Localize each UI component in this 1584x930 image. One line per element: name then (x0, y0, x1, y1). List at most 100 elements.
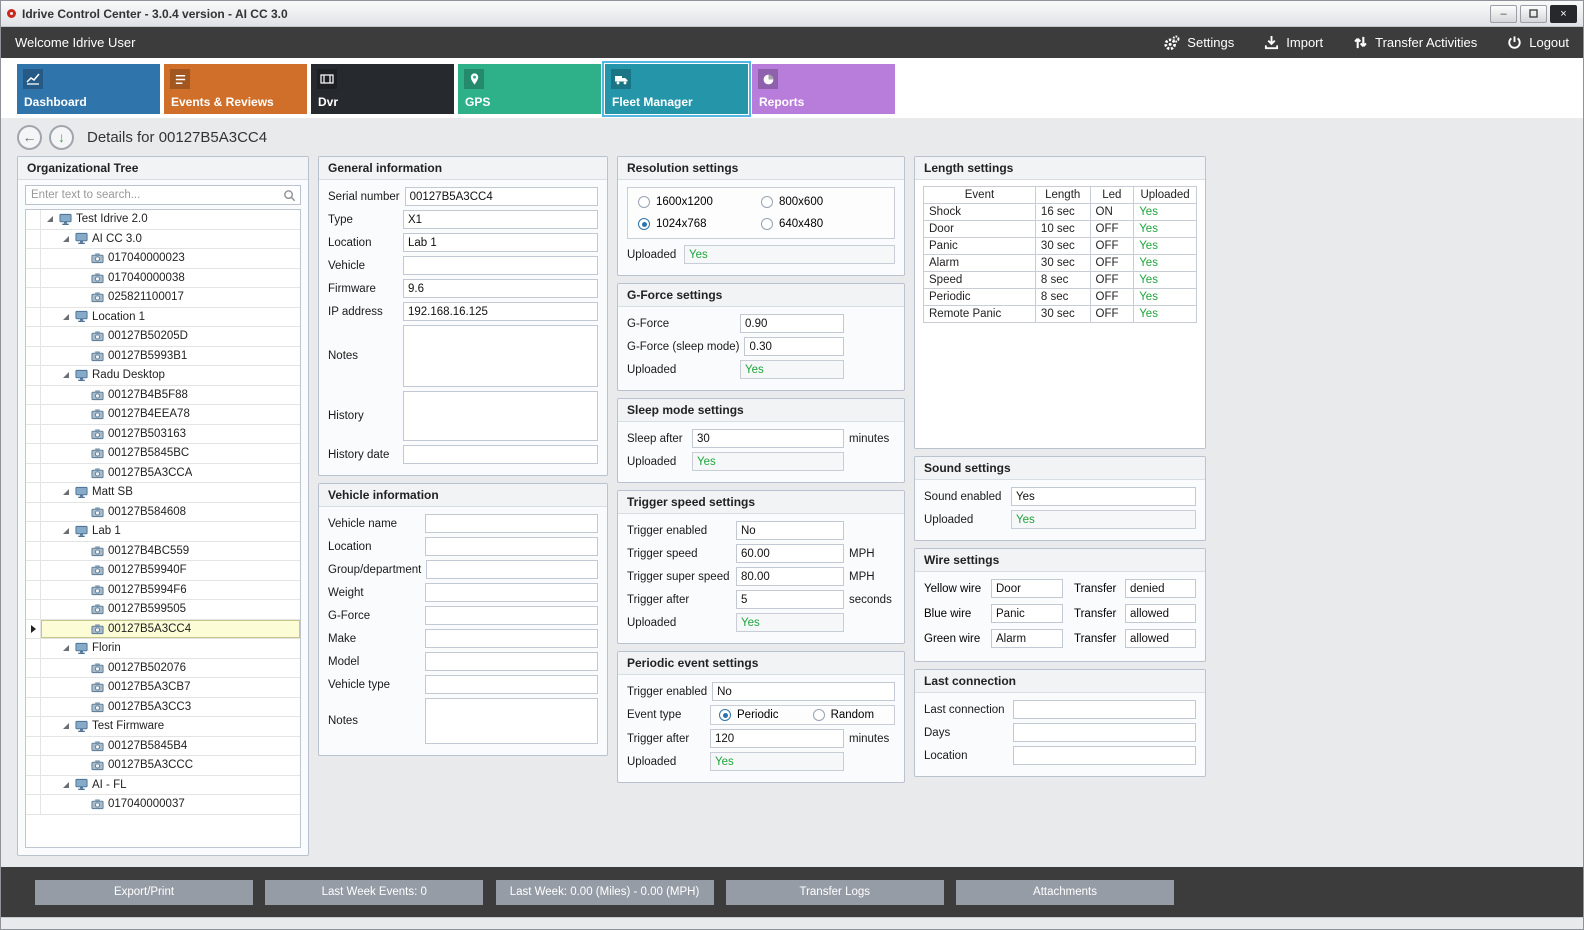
tab-gps[interactable]: GPS (458, 64, 601, 114)
tree-node-00127b5a3cc3[interactable]: 00127B5A3CC3 (26, 698, 300, 718)
tree-node-lab-1[interactable]: Lab 1 (26, 522, 300, 542)
notes-field[interactable] (425, 698, 598, 744)
yellow-wire-field[interactable] (991, 579, 1063, 598)
green-wire-transfer-field[interactable] (1125, 629, 1196, 648)
expand-arrow-icon[interactable] (61, 488, 71, 496)
tab-fleet-manager[interactable]: Fleet Manager (605, 64, 748, 114)
expand-arrow-icon[interactable] (61, 313, 71, 321)
vehicle-field[interactable] (403, 256, 598, 275)
tree-node-00127b584608[interactable]: 00127B584608 (26, 503, 300, 523)
close-button[interactable]: × (1550, 5, 1577, 23)
expand-down-button[interactable]: ↓ (49, 125, 74, 150)
trigger-enabled-field[interactable] (712, 682, 895, 701)
vehicle-type-field[interactable] (425, 675, 598, 694)
tree-node-00127b5a3cc4[interactable]: 00127B5A3CC4 (26, 620, 300, 640)
trigger-super-speed-field[interactable] (736, 567, 844, 586)
tab-reports[interactable]: Reports (752, 64, 895, 114)
expand-arrow-icon[interactable] (45, 215, 55, 223)
group-department-field[interactable] (426, 560, 598, 579)
make-field[interactable] (425, 629, 598, 648)
tab-events-reviews[interactable]: Events & Reviews (164, 64, 307, 114)
ip-address-field[interactable] (403, 302, 598, 321)
tree-node-location-1[interactable]: Location 1 (26, 308, 300, 328)
g-force-field[interactable] (425, 606, 598, 625)
expand-arrow-icon[interactable] (61, 371, 71, 379)
green-wire-field[interactable] (991, 629, 1063, 648)
length-table-row[interactable]: Speed 8 sec OFF Yes (924, 272, 1197, 289)
g-force-field[interactable] (740, 314, 844, 333)
firmware-field[interactable] (403, 279, 598, 298)
trigger-after-field[interactable] (710, 729, 844, 748)
transfer-activities-action[interactable]: Transfer Activities (1353, 35, 1477, 51)
trigger-speed-field[interactable] (736, 544, 844, 563)
location-field[interactable] (1013, 746, 1196, 765)
last-week-events-0-button[interactable]: Last Week Events: 0 (265, 880, 483, 905)
tree-node-00127b4eea78[interactable]: 00127B4EEA78 (26, 405, 300, 425)
serial-number-field[interactable] (405, 187, 598, 206)
tree-node-test-idrive-2-0[interactable]: Test Idrive 2.0 (26, 210, 300, 230)
history-date-field[interactable] (403, 445, 598, 464)
length-table-row[interactable]: Shock 16 sec ON Yes (924, 204, 1197, 221)
tree-node-matt-sb[interactable]: Matt SB (26, 483, 300, 503)
notes-field[interactable] (403, 325, 598, 387)
expand-arrow-icon[interactable] (61, 781, 71, 789)
last-connection-field[interactable] (1013, 700, 1196, 719)
logout-action[interactable]: Logout (1507, 35, 1569, 51)
tab-dashboard[interactable]: Dashboard (17, 64, 160, 114)
tree-node-florin[interactable]: Florin (26, 639, 300, 659)
blue-wire-transfer-field[interactable] (1125, 604, 1196, 623)
location-field[interactable] (425, 537, 598, 556)
tree-node-ai-cc-3-0[interactable]: AI CC 3.0 (26, 230, 300, 250)
tree-node-00127b599505[interactable]: 00127B599505 (26, 600, 300, 620)
tree-node-00127b5845bc[interactable]: 00127B5845BC (26, 444, 300, 464)
vehicle-name-field[interactable] (425, 514, 598, 533)
length-table-row[interactable]: Alarm 30 sec OFF Yes (924, 255, 1197, 272)
history-field[interactable] (403, 391, 598, 441)
tree-search-input[interactable] (25, 185, 301, 205)
tree-node-00127b4bc559[interactable]: 00127B4BC559 (26, 542, 300, 562)
length-table-row[interactable]: Panic 30 sec OFF Yes (924, 238, 1197, 255)
g-force-sleep-mode-field[interactable] (744, 337, 844, 356)
tree-node-00127b5a3ccc[interactable]: 00127B5A3CCC (26, 756, 300, 776)
tree-node-00127b4b5f88[interactable]: 00127B4B5F88 (26, 386, 300, 406)
tree-node-ai-fl[interactable]: AI - FL (26, 776, 300, 796)
transfer-logs-button[interactable]: Transfer Logs (726, 880, 944, 905)
event-type-random-radio[interactable]: Random (813, 709, 874, 721)
resolution-800x600-radio[interactable]: 800x600 (761, 196, 884, 208)
weight-field[interactable] (425, 583, 598, 602)
trigger-enabled-field[interactable] (736, 521, 844, 540)
tree-node-00127b5a3cb7[interactable]: 00127B5A3CB7 (26, 678, 300, 698)
back-button[interactable]: ← (17, 125, 42, 150)
tree-node-00127b59940f[interactable]: 00127B59940F (26, 561, 300, 581)
tree-node-00127b503163[interactable]: 00127B503163 (26, 425, 300, 445)
tree-node-test-firmware[interactable]: Test Firmware (26, 717, 300, 737)
tree-node-025821100017[interactable]: 025821100017 (26, 288, 300, 308)
type-field[interactable] (403, 210, 598, 229)
resolution-1024x768-radio[interactable]: 1024x768 (638, 218, 761, 230)
maximize-button[interactable] (1520, 5, 1547, 23)
expand-arrow-icon[interactable] (61, 527, 71, 535)
length-table-row[interactable]: Door 10 sec OFF Yes (924, 221, 1197, 238)
event-type-periodic-radio[interactable]: Periodic (719, 709, 779, 721)
location-field[interactable] (403, 233, 598, 252)
resolution-1600x1200-radio[interactable]: 1600x1200 (638, 196, 761, 208)
export-print-button[interactable]: Export/Print (35, 880, 253, 905)
tree-node-00127b502076[interactable]: 00127B502076 (26, 659, 300, 679)
blue-wire-field[interactable] (991, 604, 1063, 623)
expand-arrow-icon[interactable] (61, 644, 71, 652)
sound-enabled-field[interactable] (1011, 487, 1196, 506)
tree-node-017040000037[interactable]: 017040000037 (26, 795, 300, 815)
tree-node-radu-desktop[interactable]: Radu Desktop (26, 366, 300, 386)
tree-node-00127b5993b1[interactable]: 00127B5993B1 (26, 347, 300, 367)
resolution-640x480-radio[interactable]: 640x480 (761, 218, 884, 230)
model-field[interactable] (425, 652, 598, 671)
import-action[interactable]: Import (1264, 35, 1323, 51)
expand-arrow-icon[interactable] (61, 235, 71, 243)
attachments-button[interactable]: Attachments (956, 880, 1174, 905)
days-field[interactable] (1013, 723, 1196, 742)
expand-arrow-icon[interactable] (61, 722, 71, 730)
tree-node-017040000038[interactable]: 017040000038 (26, 269, 300, 289)
last-week-0-00-miles-0-00-mph-button[interactable]: Last Week: 0.00 (Miles) - 0.00 (MPH) (496, 880, 714, 905)
tab-dvr[interactable]: Dvr (311, 64, 454, 114)
yellow-wire-transfer-field[interactable] (1125, 579, 1196, 598)
